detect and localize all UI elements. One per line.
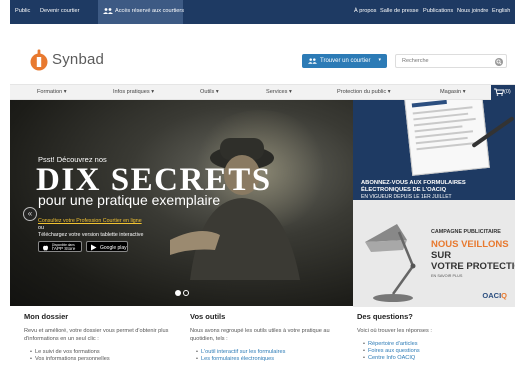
list-item-link[interactable]: Les formulaires électroniques bbox=[196, 356, 348, 363]
oaciq-logo: OACIQ bbox=[482, 291, 507, 300]
column-title: Des questions? bbox=[357, 312, 413, 321]
list-item-link[interactable]: Foires aux questions bbox=[363, 348, 515, 355]
nav-item-outils[interactable]: Outils ▾ bbox=[200, 89, 219, 95]
topbar-link-a-propos[interactable]: À propos bbox=[354, 8, 376, 14]
column-des-questions: Des questions? Voici où trouver les répo… bbox=[357, 312, 515, 362]
campaign-ad-banner[interactable]: CAMPAGNE PUBLICITAIRE NOUS VEILLONS SUR … bbox=[353, 200, 515, 307]
nav-item-services[interactable]: Services ▾ bbox=[266, 89, 292, 95]
form-document-image bbox=[404, 100, 490, 176]
campaign-line1: NOUS VEILLONS bbox=[431, 239, 509, 250]
topbar-link-salle-de-presse[interactable]: Salle de presse bbox=[380, 8, 419, 14]
column-vos-outils: Vos outils Nous avons regroupé les outil… bbox=[190, 312, 348, 363]
apple-icon bbox=[43, 245, 48, 251]
topbar-link-public[interactable]: Public bbox=[15, 8, 30, 14]
users-icon bbox=[308, 58, 317, 64]
find-broker-button[interactable]: Trouver un courtier ▾ bbox=[302, 54, 387, 68]
topbar-link-publications[interactable]: Publications bbox=[423, 8, 453, 14]
hero-or-text: ou bbox=[38, 225, 44, 231]
hero-online-link[interactable]: Consultez votre Profession Courtier en l… bbox=[38, 218, 142, 224]
carousel-prev-button[interactable]: « bbox=[23, 207, 37, 221]
column-title: Mon dossier bbox=[24, 312, 69, 321]
nav-item-formation[interactable]: Formation ▾ bbox=[37, 89, 67, 95]
google-play-badge[interactable]: Google play bbox=[86, 241, 128, 252]
logo-text[interactable]: Synbad bbox=[52, 51, 104, 68]
list-item-link[interactable]: Répertoire d'articles bbox=[363, 341, 515, 348]
hero-subheadline: pour une pratique exemplaire bbox=[38, 192, 221, 208]
google-play-icon bbox=[91, 244, 97, 251]
campaign-line3: VOTRE PROTECTION bbox=[431, 261, 515, 272]
search-icon[interactable] bbox=[495, 58, 503, 66]
users-icon bbox=[103, 8, 113, 14]
campaign-line2: SUR bbox=[431, 250, 452, 261]
topbar-link-nous-joindre[interactable]: Nous joindre bbox=[457, 8, 488, 14]
hero-carousel[interactable]: « Psst! Découvrez nos DIX SECRETS pour u… bbox=[10, 100, 353, 306]
app-store-badge[interactable]: Disponible dans l'APP Store bbox=[38, 241, 82, 252]
column-text: Nous avons regroupé les outils utiles à … bbox=[190, 328, 330, 342]
chevron-down-icon: ▾ bbox=[378, 57, 381, 63]
desk-lamp-image bbox=[365, 224, 416, 302]
main-nav: Formation ▾ Infos pratiques ▾ Outils ▾ S… bbox=[10, 84, 515, 100]
column-mon-dossier: Mon dossier Revu et amélioré, votre doss… bbox=[24, 312, 182, 363]
find-broker-label: Trouver un courtier bbox=[320, 57, 371, 64]
topbar-link-courtiers[interactable]: Accès réservé aux courtiers bbox=[98, 0, 185, 24]
column-list: Répertoire d'articles Foires aux questio… bbox=[363, 341, 515, 362]
list-item: Vos informations personnelles bbox=[30, 356, 182, 363]
synbad-logo-icon[interactable] bbox=[30, 49, 48, 71]
carousel-dot-1[interactable] bbox=[175, 290, 181, 296]
top-bar: Public Devenir courtier Accès réservé au… bbox=[10, 0, 515, 24]
carousel-dot-2[interactable] bbox=[183, 290, 189, 296]
topbar-link-devenir-courtier[interactable]: Devenir courtier bbox=[40, 8, 79, 14]
column-title: Vos outils bbox=[190, 312, 226, 321]
nav-item-infos-pratiques[interactable]: Infos pratiques ▾ bbox=[113, 89, 154, 95]
list-item: Le suivi de vos formations bbox=[30, 349, 182, 356]
cart-icon bbox=[494, 88, 504, 96]
nav-item-magasin[interactable]: Magasin ▾ bbox=[440, 89, 466, 95]
column-list: L'outil interactif sur les formulaires L… bbox=[196, 349, 348, 363]
nav-item-protection-du-public[interactable]: Protection du public ▾ bbox=[337, 89, 391, 95]
app-store-text: l'APP Store bbox=[52, 246, 76, 251]
column-list: Le suivi de vos formations Vos informati… bbox=[30, 349, 182, 363]
column-text: Voici où trouver les réponses : bbox=[357, 328, 432, 334]
topbar-link-english[interactable]: English bbox=[492, 8, 510, 14]
forms-ad-banner[interactable]: ABONNEZ-VOUS AUX FORMULAIRES ÉLECTRONIQU… bbox=[353, 100, 515, 200]
list-item-link[interactable]: Centre Info OACIQ bbox=[363, 355, 515, 362]
campaign-label: CAMPAGNE PUBLICITAIRE bbox=[431, 229, 501, 235]
column-text: Revu et amélioré, votre dossier vous per… bbox=[24, 328, 169, 342]
cart-button[interactable]: (0) bbox=[491, 85, 515, 100]
carousel-dots bbox=[175, 290, 191, 298]
site-header: Synbad Trouver un courtier ▾ bbox=[10, 24, 515, 84]
topbar-courtiers-label: Accès réservé aux courtiers bbox=[115, 8, 185, 14]
list-item-link[interactable]: L'outil interactif sur les formulaires bbox=[196, 349, 348, 356]
search-input[interactable] bbox=[402, 58, 482, 64]
forms-ad-title: ABONNEZ-VOUS AUX FORMULAIRES ÉLECTRONIQU… bbox=[361, 180, 466, 193]
search-box bbox=[395, 54, 507, 68]
hero-tablet-text: Téléchargez votre version tablette inter… bbox=[38, 232, 144, 238]
cart-count: (0) bbox=[504, 89, 511, 95]
campaign-more-link[interactable]: EN SAVOIR PLUS bbox=[431, 274, 462, 278]
google-play-text: Google play bbox=[100, 244, 127, 251]
